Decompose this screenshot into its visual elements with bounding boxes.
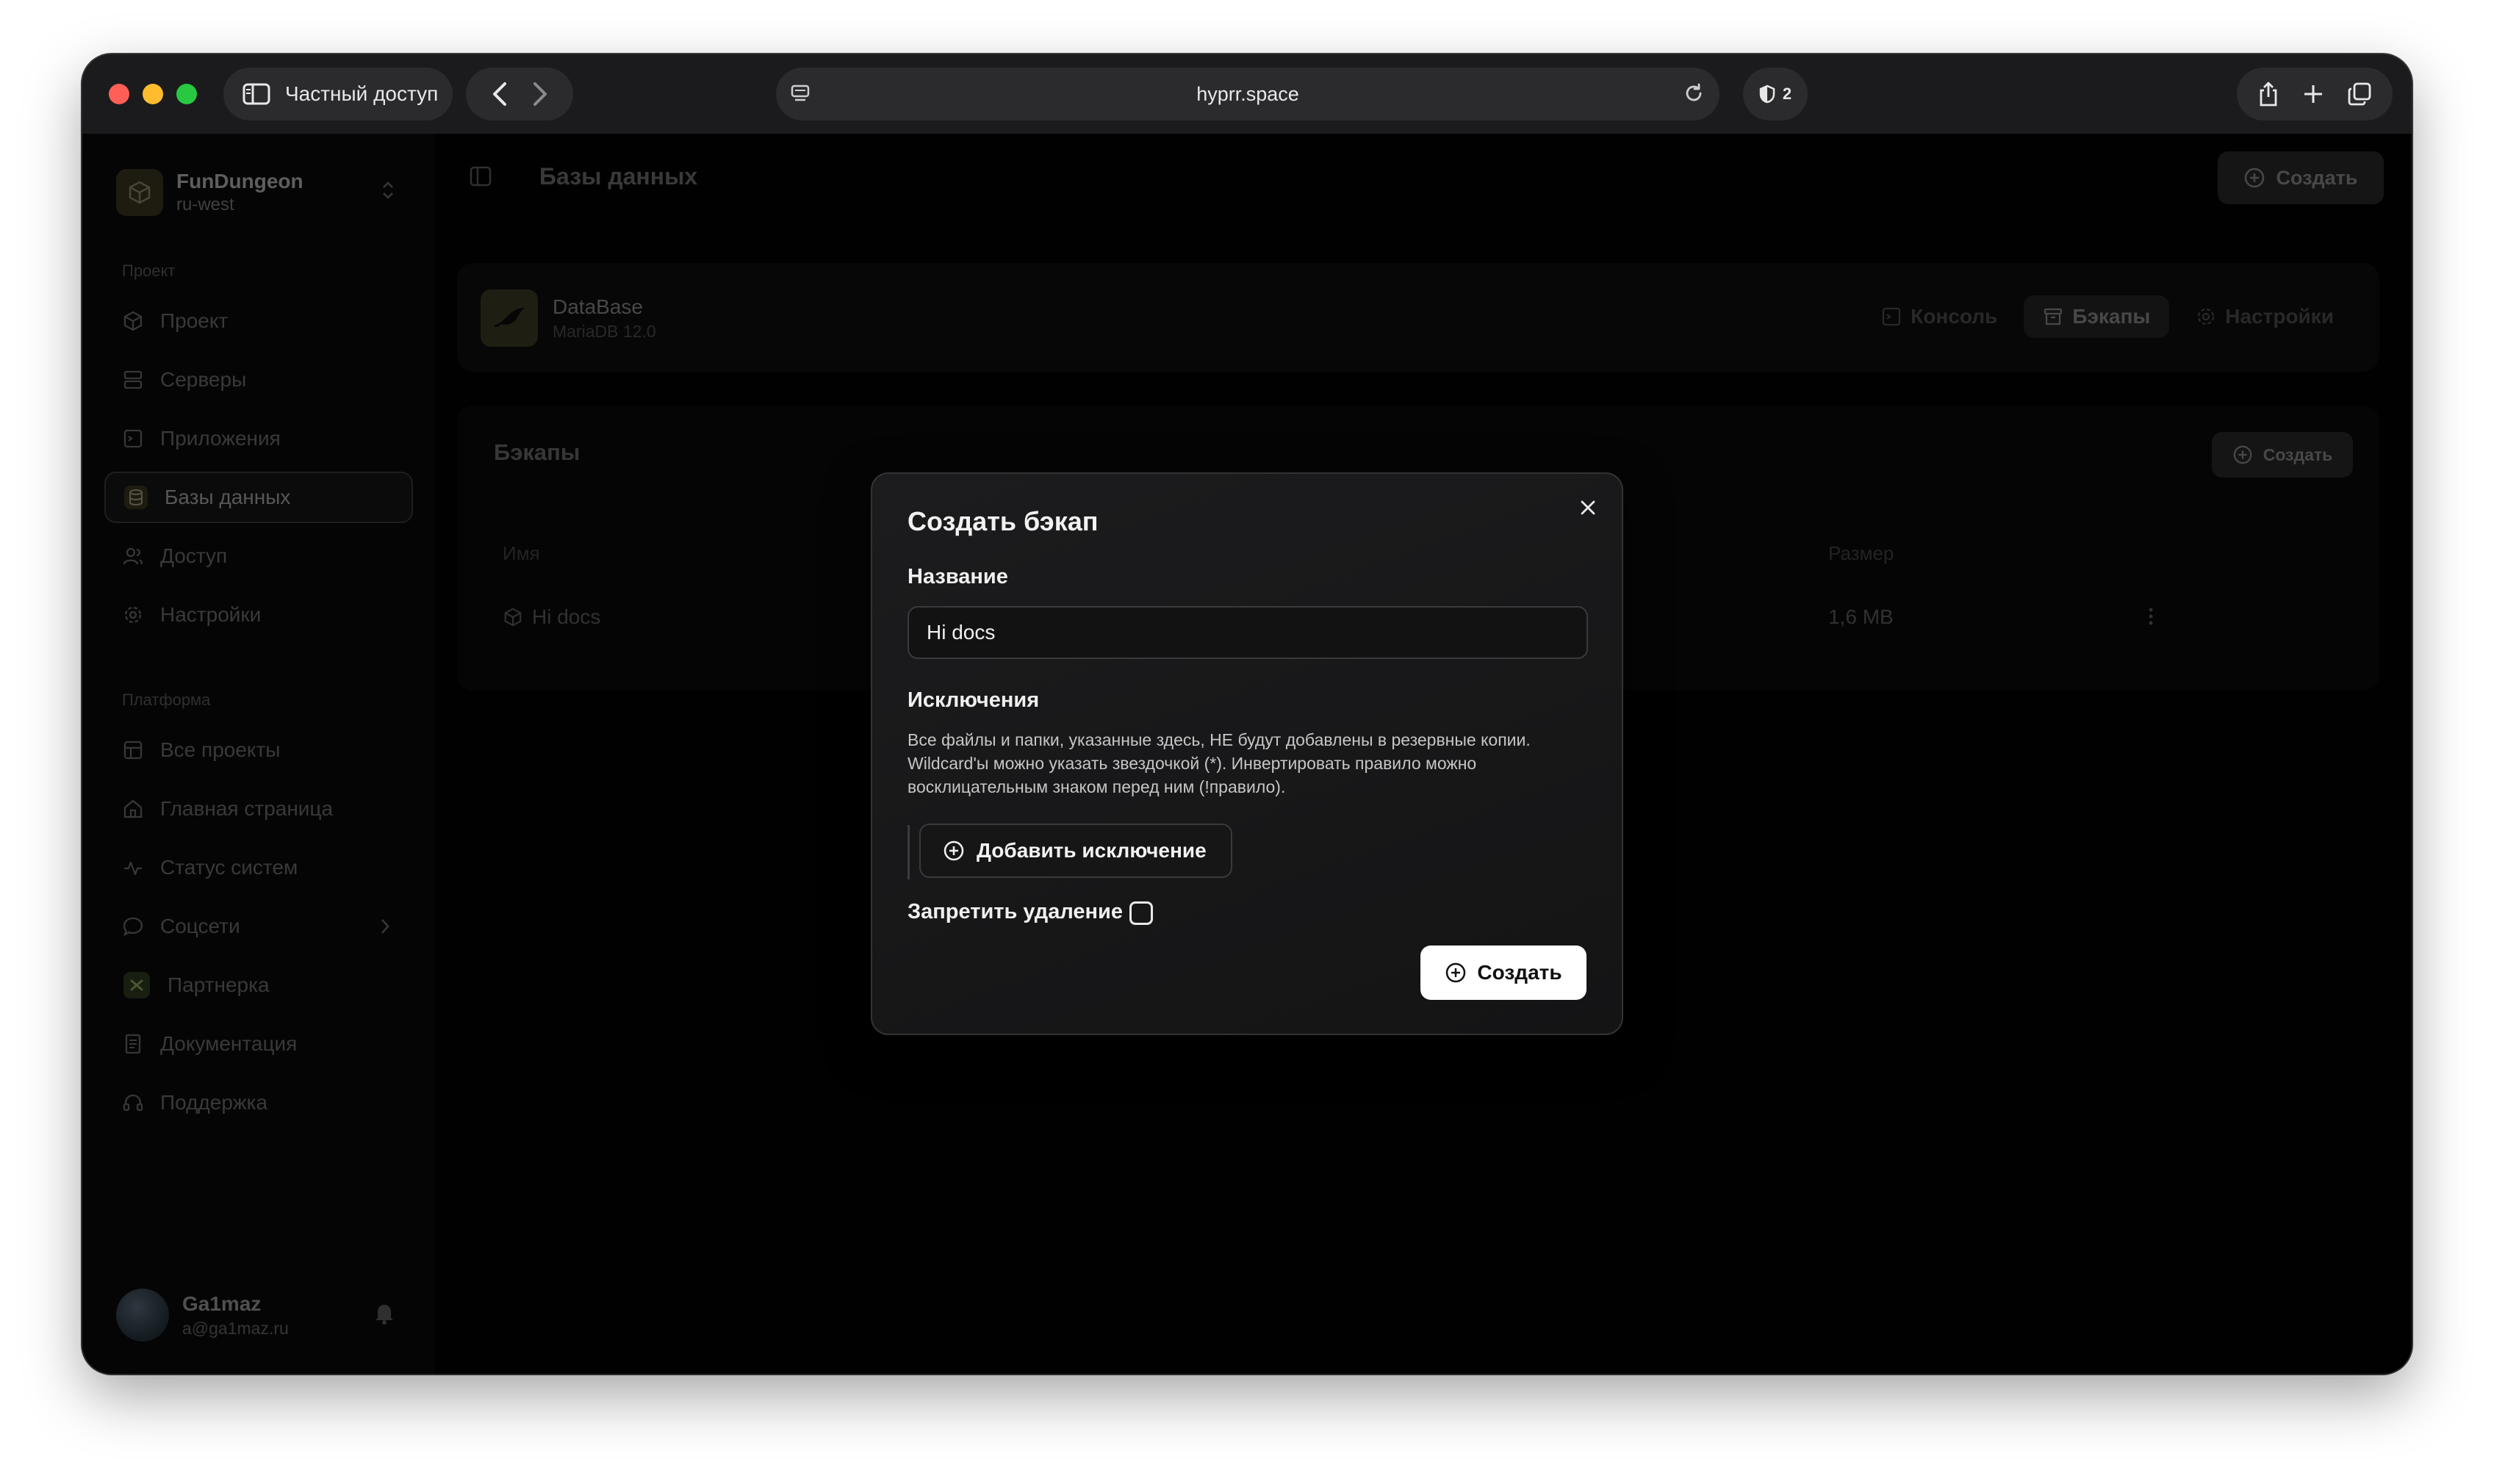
share-icon[interactable]: [2257, 81, 2279, 107]
browser-toolbar: Частный доступ hyprr.space 2: [82, 54, 2412, 134]
new-tab-icon[interactable]: [2302, 83, 2324, 105]
exclusions-description: Все файлы и папки, указанные здесь, НЕ б…: [908, 730, 1531, 796]
back-button[interactable]: [492, 82, 508, 107]
backup-name-input[interactable]: [908, 606, 1588, 659]
submit-label: Создать: [1477, 961, 1562, 984]
toolbar-actions: [2237, 68, 2393, 120]
close-window-button[interactable]: [109, 84, 129, 104]
prevent-delete-checkbox[interactable]: [1129, 901, 1153, 925]
exclusions-label: Исключения: [908, 688, 1040, 712]
private-browsing-label: Частный доступ: [285, 82, 439, 105]
address-bar[interactable]: hyprr.space: [776, 68, 1719, 120]
create-submit-button[interactable]: Создать: [1420, 945, 1586, 1000]
plus-circle-icon: [1445, 962, 1467, 984]
close-icon[interactable]: [1579, 499, 1597, 516]
exclusions-divider: [908, 825, 910, 879]
privacy-report-button[interactable]: 2: [1743, 68, 1808, 120]
sidebar-toggle-button[interactable]: Частный доступ: [223, 68, 453, 120]
page-settings-icon[interactable]: [789, 82, 811, 104]
name-label: Название: [908, 565, 1008, 588]
minimize-window-button[interactable]: [143, 84, 163, 104]
history-nav: [466, 68, 573, 120]
plus-circle-icon: [943, 840, 965, 862]
add-exclusion-label: Добавить исключение: [977, 839, 1207, 862]
create-backup-dialog: Создать бэкап Название Исключения Все фа…: [871, 472, 1623, 1035]
tab-overview-icon[interactable]: [2347, 82, 2372, 107]
reload-icon[interactable]: [1683, 82, 1705, 104]
zoom-window-button[interactable]: [176, 84, 197, 104]
url-text: hyprr.space: [1196, 82, 1299, 105]
add-exclusion-button[interactable]: Добавить исключение: [919, 824, 1232, 878]
dialog-title: Создать бэкап: [908, 506, 1099, 536]
prevent-delete-label: Запретить удаление: [908, 900, 1123, 923]
forward-button[interactable]: [532, 82, 548, 107]
sidebar-icon: [242, 83, 270, 105]
tracker-count: 2: [1782, 84, 1792, 103]
shield-icon: [1759, 84, 1775, 104]
